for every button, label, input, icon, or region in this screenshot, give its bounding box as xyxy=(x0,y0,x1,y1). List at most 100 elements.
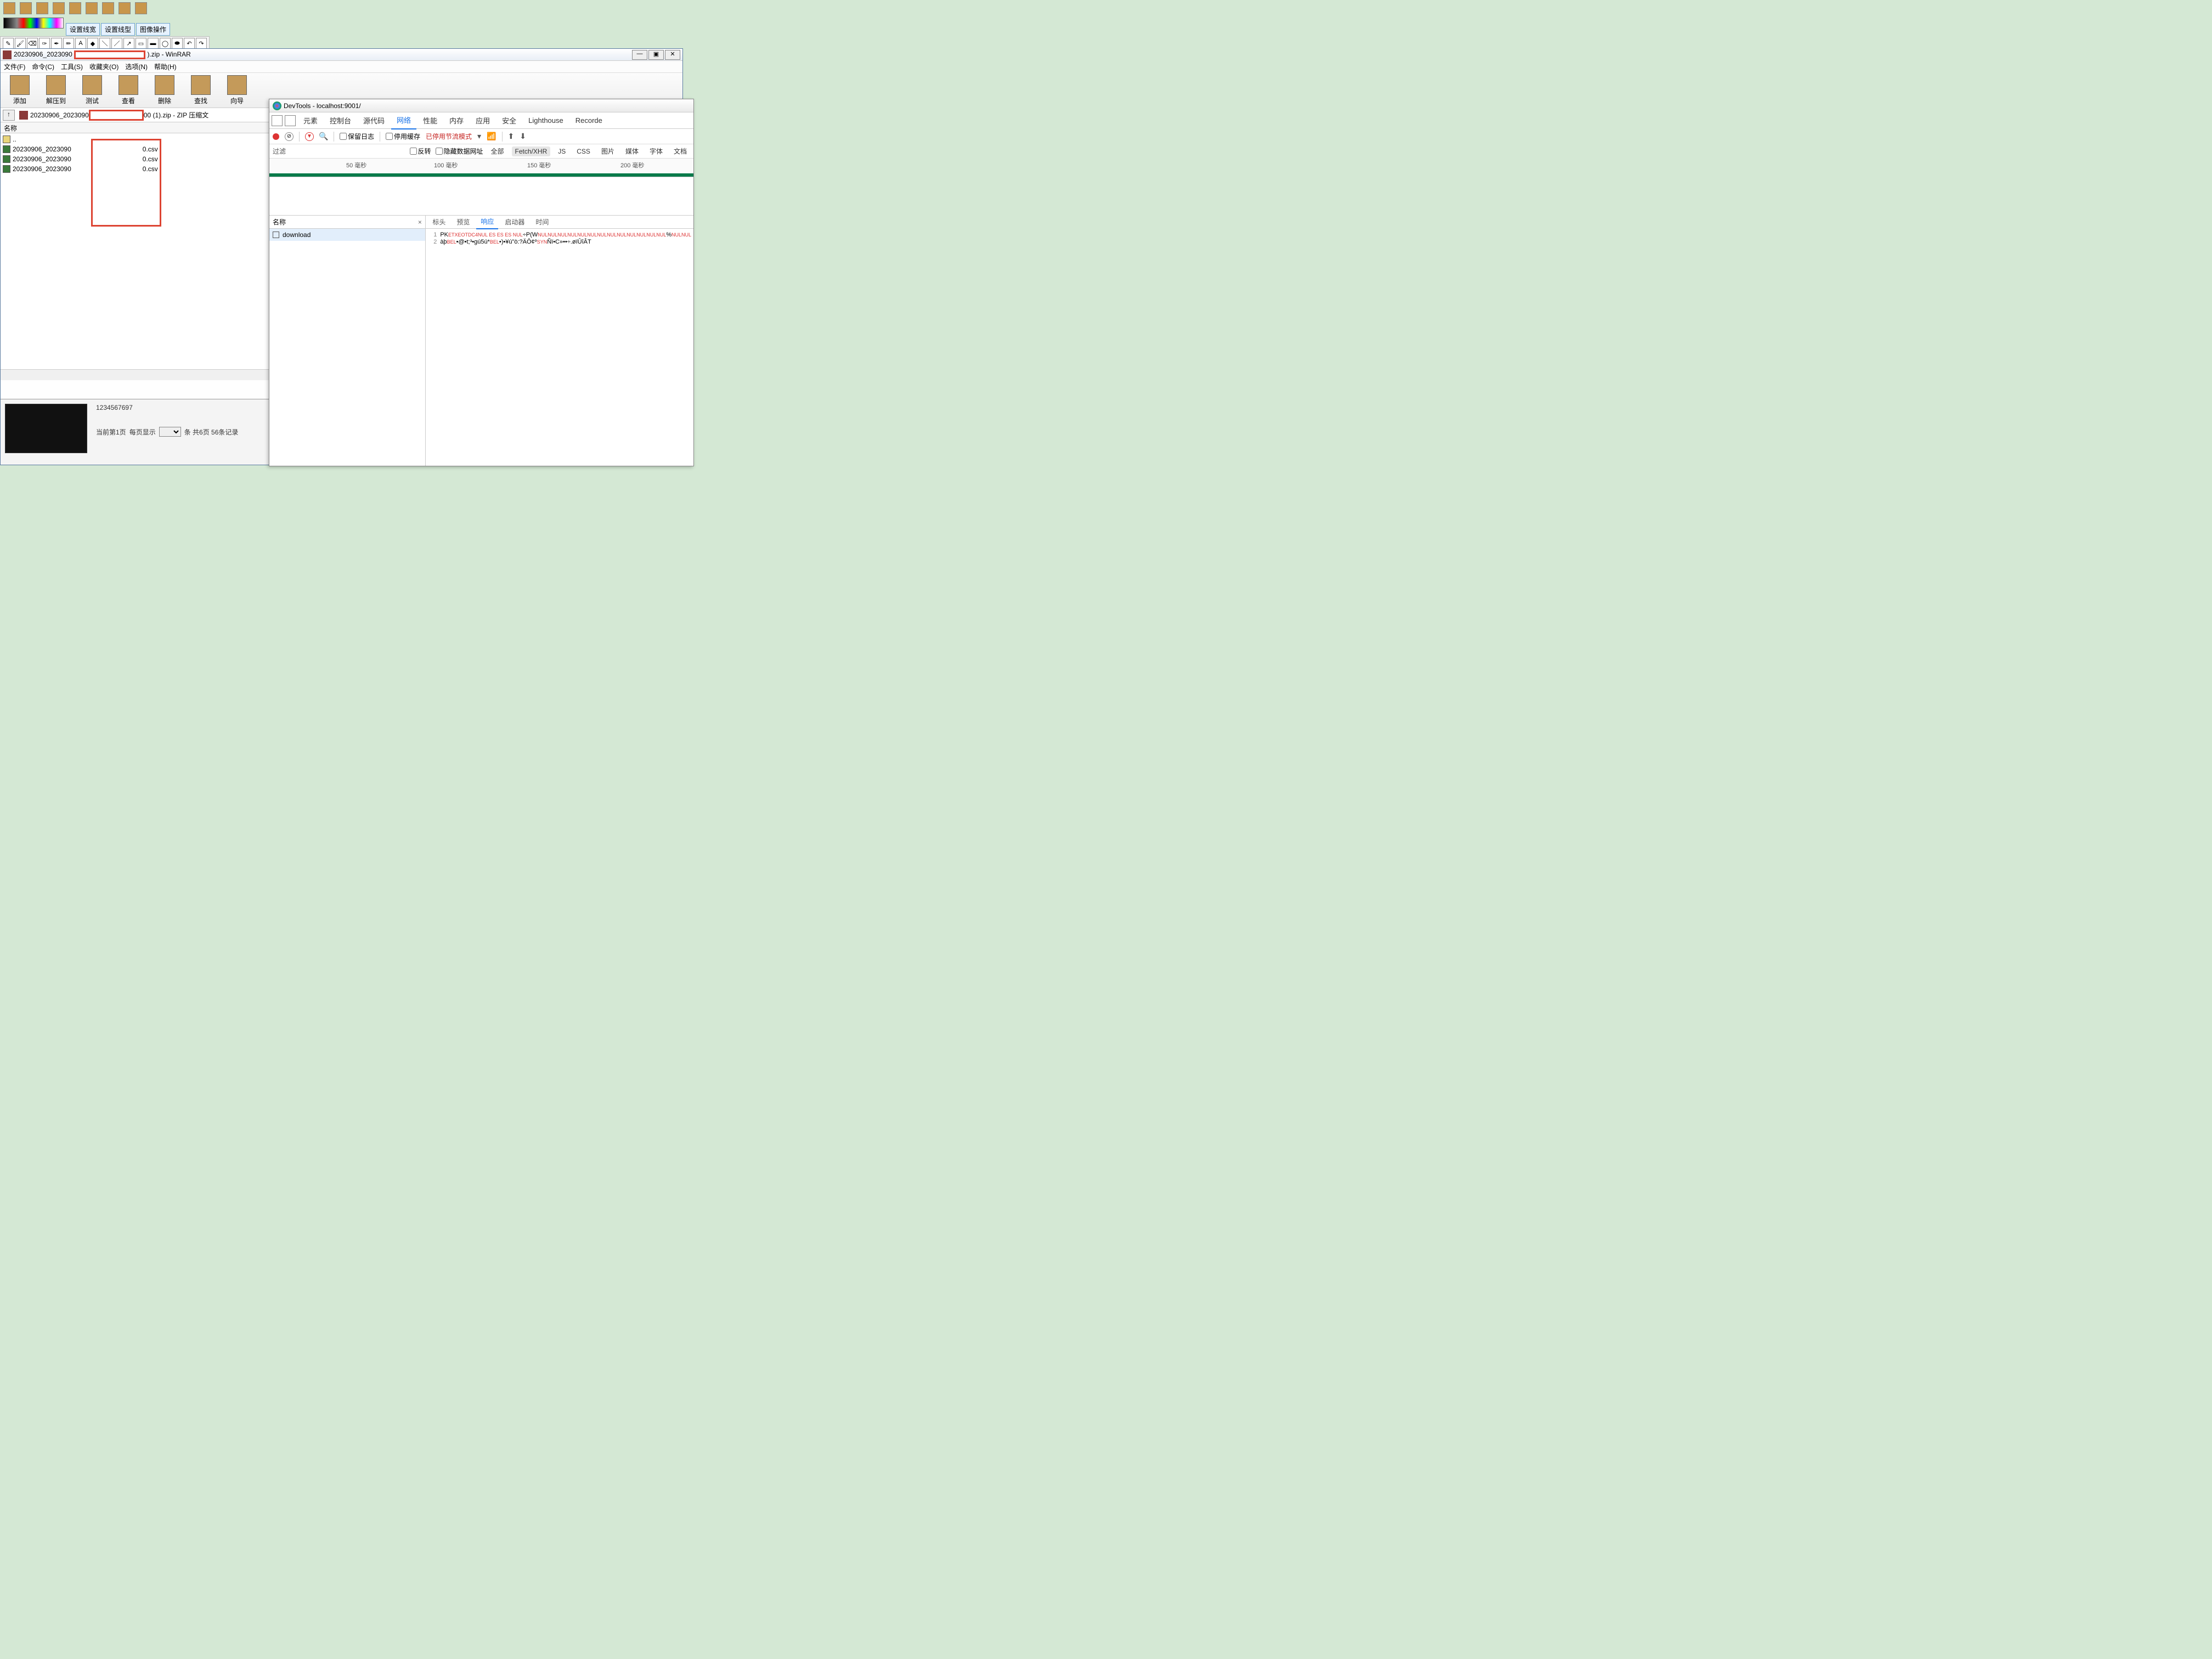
tool-line2-icon[interactable]: ／ xyxy=(111,38,122,49)
desk-icon[interactable] xyxy=(36,2,48,14)
tab-sources[interactable]: 源代码 xyxy=(358,112,390,129)
line-style-button[interactable]: 设置线型 xyxy=(101,23,135,36)
desk-icon[interactable] xyxy=(102,2,114,14)
add-button[interactable]: 添加 xyxy=(4,74,36,107)
tool-ellipse-fill-icon[interactable]: ⬬ xyxy=(172,38,183,49)
tool-marker-icon[interactable]: ✏ xyxy=(63,38,74,49)
menu-file[interactable]: 文件(F) xyxy=(4,62,25,71)
tool-text-icon[interactable]: A xyxy=(75,38,86,49)
minimize-button[interactable]: ― xyxy=(632,50,647,60)
filter-all[interactable]: 全部 xyxy=(488,145,507,157)
invert-checkbox[interactable]: 反转 xyxy=(410,146,431,156)
color-palette[interactable] xyxy=(3,18,64,29)
tab-console[interactable]: 控制台 xyxy=(324,112,357,129)
tool-pen-icon[interactable]: ✒ xyxy=(51,38,62,49)
desk-icon[interactable] xyxy=(86,2,98,14)
tool-line-icon[interactable]: ＼ xyxy=(99,38,110,49)
col-name[interactable]: 名称 xyxy=(269,217,414,227)
filter-img[interactable]: 图片 xyxy=(598,145,618,157)
tab-performance[interactable]: 性能 xyxy=(417,112,443,129)
wifi-icon[interactable]: 📶 xyxy=(487,132,496,141)
pager-perpage-label: 每页显示 xyxy=(129,427,156,437)
upload-icon[interactable]: ⬆ xyxy=(508,132,515,141)
tab-recorder[interactable]: Recorde xyxy=(570,113,608,128)
disable-cache-checkbox[interactable]: 停用缓存 xyxy=(386,132,420,141)
inspect-icon[interactable] xyxy=(272,115,283,126)
tab-network[interactable]: 网络 xyxy=(391,111,416,129)
wizard-button[interactable]: 向导 xyxy=(221,74,253,107)
find-button[interactable]: 查找 xyxy=(185,74,217,107)
dtab-response[interactable]: 响应 xyxy=(476,215,498,229)
tool-pencil-icon[interactable]: ✎ xyxy=(3,38,14,49)
filter-js[interactable]: JS xyxy=(555,146,569,156)
file-name: .. xyxy=(13,136,16,143)
filter-font[interactable]: 字体 xyxy=(646,145,666,157)
maximize-button[interactable]: ▣ xyxy=(648,50,664,60)
desk-icon[interactable] xyxy=(20,2,32,14)
tool-undo-icon[interactable]: ↶ xyxy=(184,38,195,49)
menu-help[interactable]: 帮助(H) xyxy=(154,62,177,71)
archive-icon xyxy=(19,111,28,120)
tool-brush-icon[interactable]: 🖌 xyxy=(15,38,26,49)
tab-memory[interactable]: 内存 xyxy=(444,112,469,129)
close-detail-icon[interactable]: × xyxy=(414,218,425,226)
line-width-button[interactable]: 设置线宽 xyxy=(66,23,100,36)
tool-bucket-icon[interactable]: ◆ xyxy=(87,38,98,49)
dtab-headers[interactable]: 标头 xyxy=(428,215,450,229)
tab-application[interactable]: 应用 xyxy=(470,112,495,129)
image-ops-button[interactable]: 图像操作 xyxy=(136,23,170,36)
close-button[interactable]: ✕ xyxy=(665,50,680,60)
tool-ellipse-icon[interactable]: ◯ xyxy=(160,38,171,49)
request-detail: 标头 预览 响应 启动器 时间 1PKETXEOTDC4NUL ES ES ES… xyxy=(426,216,693,466)
request-row-download[interactable]: download xyxy=(269,229,425,241)
chevron-down-icon[interactable]: ▾ xyxy=(477,132,481,141)
filter-icon[interactable]: ▼ xyxy=(305,132,314,141)
filter-label[interactable]: 过滤 xyxy=(273,146,286,156)
network-timeline[interactable]: 50 毫秒 100 毫秒 150 毫秒 200 毫秒 xyxy=(269,159,693,177)
menu-favorites[interactable]: 收藏夹(O) xyxy=(89,62,119,71)
tab-lighthouse[interactable]: Lighthouse xyxy=(523,113,569,128)
filter-fetch-xhr[interactable]: Fetch/XHR xyxy=(512,146,551,156)
dtab-initiator[interactable]: 启动器 xyxy=(500,215,529,229)
tab-security[interactable]: 安全 xyxy=(496,112,522,129)
dtab-timing[interactable]: 时间 xyxy=(531,215,553,229)
desk-icon[interactable] xyxy=(69,2,81,14)
desk-icon[interactable] xyxy=(3,2,15,14)
tool-arrow-icon[interactable]: ↗ xyxy=(123,38,134,49)
invert-label: 反转 xyxy=(418,146,431,156)
menu-options[interactable]: 选项(N) xyxy=(125,62,148,71)
tool-dropper-icon[interactable]: ✑ xyxy=(39,38,50,49)
clear-icon[interactable]: ⊘ xyxy=(285,132,294,141)
winrar-titlebar[interactable]: 20230906_2023090 ).zip - WinRAR ― ▣ ✕ xyxy=(1,49,682,61)
desk-icon[interactable] xyxy=(135,2,147,14)
delete-button[interactable]: 删除 xyxy=(149,74,180,107)
filter-css[interactable]: CSS xyxy=(573,146,594,156)
tool-rect-icon[interactable]: ▭ xyxy=(136,38,146,49)
filter-doc[interactable]: 文档 xyxy=(670,145,690,157)
pager-select[interactable] xyxy=(159,427,181,437)
path-up-button[interactable]: ↑ xyxy=(3,110,15,121)
extract-button[interactable]: 解压到 xyxy=(40,74,72,107)
devtools-titlebar[interactable]: DevTools - localhost:9001/ xyxy=(269,99,693,112)
thumbnail[interactable] xyxy=(5,404,87,453)
tool-rect-fill-icon[interactable]: ▬ xyxy=(148,38,159,49)
dtab-preview[interactable]: 预览 xyxy=(452,215,474,229)
throttling-status[interactable]: 已停用节流模式 xyxy=(426,132,472,141)
download-icon[interactable]: ⬇ xyxy=(520,132,526,141)
desk-icon[interactable] xyxy=(119,2,131,14)
record-button[interactable] xyxy=(273,133,279,140)
desk-icon[interactable] xyxy=(53,2,65,14)
test-button[interactable]: 测试 xyxy=(76,74,108,107)
search-icon[interactable]: 🔍 xyxy=(319,132,328,141)
tool-redo-icon[interactable]: ↷ xyxy=(196,38,207,49)
tab-elements[interactable]: 元素 xyxy=(298,112,323,129)
preserve-log-checkbox[interactable]: 保留日志 xyxy=(340,132,374,141)
hide-data-urls-checkbox[interactable]: 隐藏数据网址 xyxy=(436,146,483,156)
view-button[interactable]: 查看 xyxy=(112,74,144,107)
menu-tools[interactable]: 工具(S) xyxy=(61,62,83,71)
menu-commands[interactable]: 命令(C) xyxy=(32,62,54,71)
device-icon[interactable] xyxy=(285,115,296,126)
response-body[interactable]: 1PKETXEOTDC4NUL ES ES ES NUL÷P(WNULNULNU… xyxy=(426,229,693,466)
tool-eraser-icon[interactable]: ⌫ xyxy=(27,38,38,49)
filter-media[interactable]: 媒体 xyxy=(622,145,642,157)
